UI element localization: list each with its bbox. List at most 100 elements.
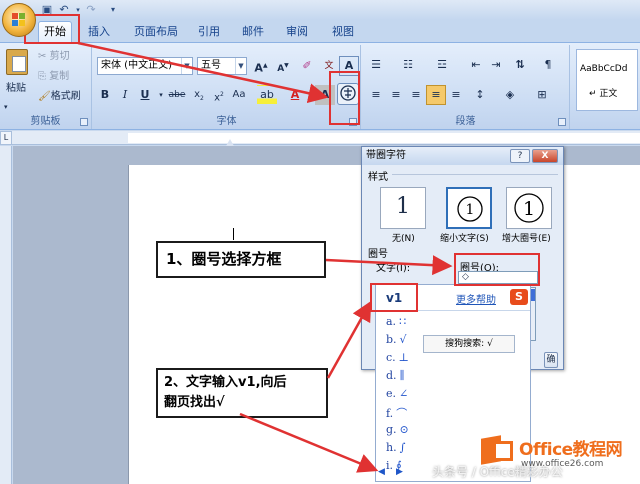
page-next-icon[interactable]: ▶ [396, 467, 403, 477]
subscript-button[interactable]: x2 [189, 85, 209, 105]
font-name-combo[interactable]: 宋体 (中文正文) ▼ [97, 57, 193, 75]
cut-label: 剪切 [49, 51, 70, 62]
line-spacing-icon[interactable]: ↕ [470, 85, 490, 105]
customize-qa-icon[interactable]: ▾ [106, 3, 120, 17]
tab-insert[interactable]: 插入 [82, 24, 116, 42]
multilevel-list-icon[interactable]: ☲ [432, 55, 452, 75]
borders-icon[interactable]: ⊞ [532, 85, 552, 105]
bold-button[interactable]: B [95, 85, 115, 105]
office-button[interactable] [2, 3, 36, 37]
indent-marker-icon[interactable] [226, 138, 234, 146]
show-marks-icon[interactable]: ¶ [538, 55, 558, 75]
clipboard-group: 粘贴 ▾ ✂ 剪切 ⎘ 复制 🖌格式刷 剪贴板 [0, 45, 92, 129]
increase-indent-icon[interactable]: ⇥ [486, 55, 506, 75]
candidate-c[interactable]: c. ⊥ [386, 351, 426, 367]
shrink-font-button[interactable]: A▼ [273, 56, 293, 76]
style-shrink-option[interactable]: 1 [446, 187, 492, 229]
sogou-logo-icon: S [510, 289, 528, 305]
step2-callout: 2、文字输入v1,向后 翻页找出√ [156, 368, 328, 418]
candidate-b[interactable]: b. √ [386, 333, 426, 349]
candidate-symbol: ⊥ [398, 351, 410, 364]
paste-button[interactable]: 粘贴 [6, 79, 26, 99]
style-enlarge-option[interactable]: 1 [506, 187, 552, 229]
candidate-g[interactable]: g. ⊙ [386, 423, 426, 439]
office-brand-logo [481, 435, 515, 465]
paragraph-launcher[interactable] [558, 118, 566, 126]
candidate-h[interactable]: h. ∫ [386, 441, 426, 457]
clear-format-icon[interactable]: ✐ [297, 56, 317, 76]
distribute-icon[interactable]: ≡ [446, 85, 466, 105]
tab-mailings[interactable]: 邮件 [236, 24, 270, 42]
candidate-f[interactable]: f. ⌒ [386, 405, 426, 421]
text-field-label: 文字(I): [376, 263, 411, 274]
italic-button[interactable]: I [115, 85, 135, 105]
sogou-search-tip[interactable]: 搜狗搜索: √ [423, 335, 515, 353]
candidate-e[interactable]: e. ∠ [386, 387, 426, 403]
step2-line1: 2、文字输入v1,向后 [164, 375, 287, 390]
shading-icon[interactable]: ◈ [500, 85, 520, 105]
grow-font-button[interactable]: A▲ [251, 56, 271, 76]
change-case-button[interactable]: Aa [229, 85, 249, 105]
style-enlarge-label: 增大圈号(E) [502, 234, 551, 244]
quick-style-normal[interactable]: AaBbCcDd ↵ 正文 [576, 49, 638, 111]
candidate-d[interactable]: d. ∥ [386, 369, 426, 385]
bullets-icon[interactable]: ☰ [366, 55, 386, 75]
format-painter-button[interactable]: 🖌格式刷 [38, 87, 81, 107]
style-none-option[interactable]: 1 [380, 187, 426, 229]
style-none-preview: 1 [396, 194, 410, 219]
font-group: 宋体 (中文正文) ▼ 五号 ▼ A▲ A▼ ✐ 文 A B I U ▾ abe x… [93, 45, 361, 129]
ok-button[interactable]: 确 [544, 352, 558, 368]
step2-line2: 翻页找出√ [164, 395, 225, 410]
candidate-index: e. [386, 387, 397, 400]
clipboard-launcher[interactable] [80, 118, 88, 126]
candidate-index: a. [386, 315, 397, 328]
style-none-label: 无(N) [392, 234, 415, 244]
copy-icon: ⎘ [38, 71, 46, 82]
enclosure-section-label: 圈号 [368, 249, 388, 260]
divider [392, 174, 558, 175]
justify-icon[interactable]: ≡ [426, 85, 446, 105]
paste-icon[interactable] [6, 49, 28, 75]
watermark-credit: 头条号 / Office精彩办公 [432, 465, 563, 479]
align-right-icon[interactable]: ≡ [406, 85, 426, 105]
decrease-indent-icon[interactable]: ⇤ [466, 55, 486, 75]
tab-view[interactable]: 视图 [326, 24, 360, 42]
font-name-value: 宋体 (中文正文) [101, 60, 172, 71]
copy-button[interactable]: ⎘ 复制 [38, 67, 69, 87]
redo-icon[interactable]: ↷ [84, 3, 98, 17]
ribbon: 粘贴 ▾ ✂ 剪切 ⎘ 复制 🖌格式刷 剪贴板 宋体 (中文正文) ▼ 五号 ▼ A… [0, 42, 640, 130]
help-button[interactable]: ? [510, 149, 530, 163]
candidate-a[interactable]: a. ∷ [386, 315, 426, 331]
candidate-index: f. [386, 407, 394, 420]
candidate-symbol: ∠ [399, 387, 409, 400]
close-button[interactable]: X [532, 149, 558, 163]
vertical-ruler[interactable] [0, 146, 12, 484]
paragraph-group: ☰ ☷ ☲ ⇤ ⇥ ⇅ ¶ ≡ ≡ ≡ ≡ ≡ ↕ ◈ ⊞ 段落 [362, 45, 570, 129]
chevron-down-icon[interactable]: ▼ [235, 58, 246, 74]
svg-text:1: 1 [466, 202, 475, 218]
tab-references[interactable]: 引用 [192, 24, 226, 42]
strikethrough-button[interactable]: abe [167, 85, 187, 105]
cut-button[interactable]: ✂ 剪切 [38, 47, 70, 67]
page-prev-icon[interactable]: ◀ [378, 467, 385, 477]
tab-review[interactable]: 审阅 [280, 24, 314, 42]
paragraph-group-label: 段落 [455, 116, 476, 127]
more-help-link[interactable]: 更多帮助 [456, 291, 496, 306]
numbering-icon[interactable]: ☷ [398, 55, 418, 75]
superscript-button[interactable]: x2 [209, 85, 229, 105]
tab-selector-icon[interactable]: L [0, 131, 12, 145]
highlight-icon[interactable]: ab [257, 85, 277, 105]
chevron-down-icon[interactable]: ▼ [181, 58, 192, 74]
candidate-index: c. [386, 351, 396, 364]
highlight-enclosure-field [454, 253, 540, 286]
candidate-i[interactable]: i. ∮ [386, 459, 426, 475]
sort-icon[interactable]: ⇅ [510, 55, 530, 75]
style-name: ↵ 正文 [589, 89, 618, 99]
align-center-icon[interactable]: ≡ [386, 85, 406, 105]
highlight-enclose-button [329, 71, 360, 125]
svg-text:1: 1 [523, 198, 535, 220]
tab-page-layout[interactable]: 页面布局 [128, 24, 184, 42]
align-left-icon[interactable]: ≡ [366, 85, 386, 105]
font-color-icon[interactable]: A [285, 85, 305, 105]
font-size-combo[interactable]: 五号 ▼ [197, 57, 247, 75]
